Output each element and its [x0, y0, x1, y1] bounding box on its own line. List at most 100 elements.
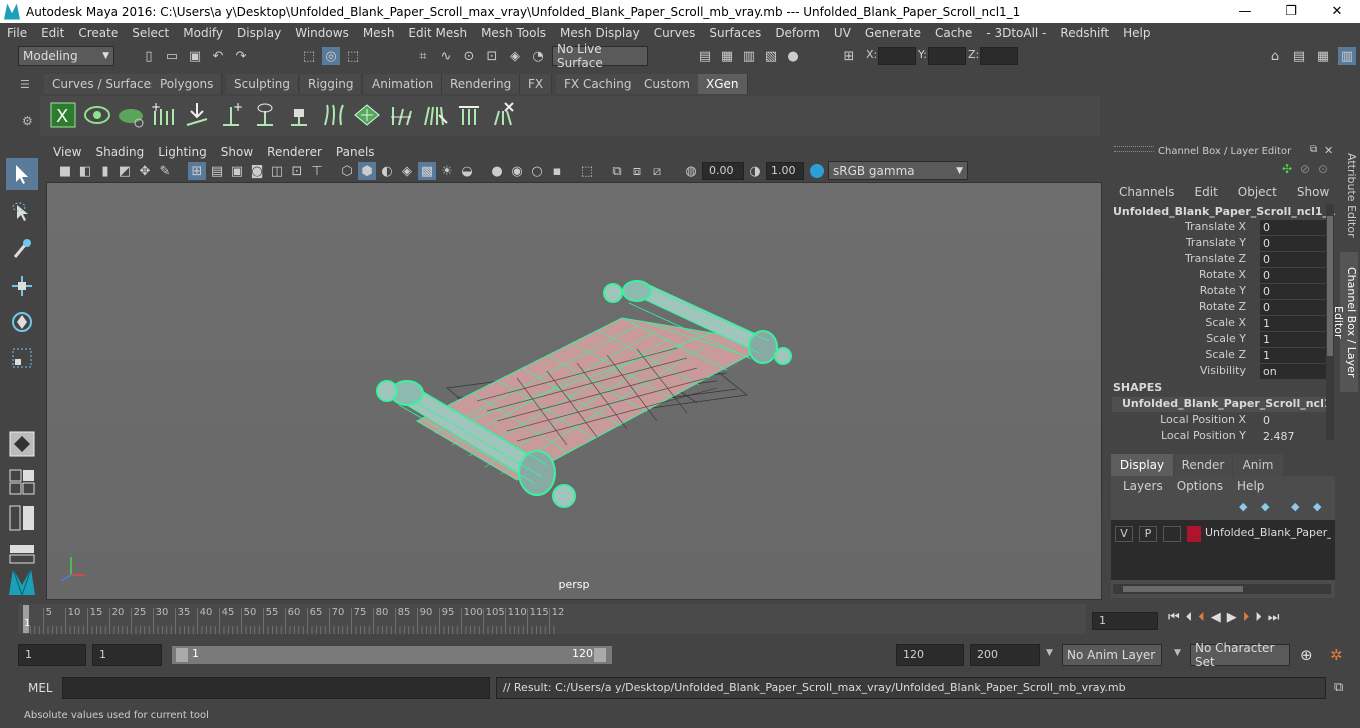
maya-home-icon[interactable] [6, 566, 38, 598]
workspace-icon[interactable]: ⌂ [1266, 47, 1284, 65]
attribute-row[interactable]: Translate X 0 [1104, 220, 1334, 236]
script-language-label[interactable]: MEL [28, 681, 53, 695]
menu-deform[interactable]: Deform [768, 26, 827, 40]
layer-tab-render[interactable]: Render [1174, 454, 1232, 476]
xgen-groom-icon[interactable] [352, 100, 382, 130]
layer-menu-help[interactable]: Help [1237, 479, 1264, 493]
shelf-tab-curves-surfaces[interactable]: Curves / Surfaces [44, 74, 167, 94]
isolate-select-icon[interactable]: ⬚ [578, 162, 596, 180]
playback-start-field[interactable]: 1 [92, 644, 162, 666]
xgen-bend-guide-icon[interactable] [386, 100, 416, 130]
attribute-value[interactable]: 0 [1260, 284, 1326, 299]
hypershade-icon[interactable]: ● [784, 47, 802, 65]
maximize-button[interactable]: ❐ [1268, 0, 1314, 23]
attribute-editor-toggle-icon[interactable]: ▤ [1290, 47, 1308, 65]
show-manipulator-icon[interactable] [6, 428, 38, 460]
attribute-value[interactable]: 1 [1260, 316, 1326, 331]
snap-live-icon[interactable]: ◔ [529, 47, 547, 65]
layer-tab-display[interactable]: Display [1111, 454, 1173, 476]
z-coordinate-field[interactable] [980, 47, 1018, 65]
render-settings-icon[interactable]: ▧ [762, 47, 780, 65]
xgen-cut-guide-icon[interactable] [454, 100, 484, 130]
attribute-value[interactable]: 0 [1260, 236, 1326, 251]
layer-name[interactable]: Unfolded_Blank_Paper_S [1205, 526, 1331, 539]
redo-icon[interactable]: ↷ [232, 47, 250, 65]
attribute-row[interactable]: Local Position Y 2.487 [1104, 429, 1334, 445]
menu-cache[interactable]: Cache [928, 26, 979, 40]
attribute-value[interactable]: 2.487 [1260, 429, 1326, 444]
viewport-menu-renderer[interactable]: Renderer [260, 145, 329, 159]
xgen-guide-sculpt-icon[interactable] [318, 100, 348, 130]
chevron-down-icon[interactable]: ▼ [1046, 648, 1053, 658]
menu-curves[interactable]: Curves [647, 26, 703, 40]
attribute-value[interactable]: 0 [1260, 413, 1326, 428]
chevron-down-icon[interactable]: ▼ [1174, 648, 1181, 658]
command-input[interactable] [62, 677, 490, 699]
current-frame-field[interactable]: 1 [1092, 612, 1158, 630]
undo-icon[interactable]: ↶ [209, 47, 227, 65]
colorspace-selector[interactable]: sRGB gamma ▼ [828, 161, 968, 180]
safe-title-icon[interactable]: ⊤ [308, 162, 326, 180]
attribute-row[interactable]: Translate Y 0 [1104, 236, 1334, 252]
shelf-tab-polygons[interactable]: Polygons [152, 74, 223, 94]
xgen-guide-visibility-icon[interactable] [250, 100, 280, 130]
attribute-value[interactable]: 0 [1260, 268, 1326, 283]
xray-joints-icon[interactable]: ⧉ [608, 162, 626, 180]
animation-end-field[interactable]: 200 [970, 644, 1040, 666]
layer-tab-anim[interactable]: Anim [1233, 454, 1283, 476]
layer-playback-toggle[interactable]: P [1139, 526, 1157, 542]
move-layer-down-icon[interactable]: ◆ [1261, 500, 1269, 513]
viewport-menu-panels[interactable]: Panels [329, 145, 382, 159]
shadows-icon[interactable]: ◒ [458, 162, 476, 180]
select-component-icon[interactable]: ⬚ [344, 47, 362, 65]
open-scene-icon[interactable]: ▭ [163, 47, 181, 65]
scrollbar-thumb[interactable] [1123, 586, 1243, 592]
wireframe-on-shaded-icon[interactable]: ◐ [378, 162, 396, 180]
shelf-menu-icon[interactable]: ☰ [20, 78, 32, 91]
save-scene-icon[interactable]: ▣ [186, 47, 204, 65]
select-object-icon[interactable]: ◎ [322, 47, 340, 65]
motion-blur-icon[interactable]: ◉ [508, 162, 526, 180]
minimize-button[interactable]: — [1222, 0, 1268, 23]
attribute-value[interactable]: 0 [1260, 300, 1326, 315]
move-tool-icon[interactable] [6, 270, 38, 302]
menu-mesh[interactable]: Mesh [356, 26, 402, 40]
attribute-value[interactable]: 0 [1260, 252, 1326, 267]
snap-surface-icon[interactable]: ◈ [506, 47, 524, 65]
attribute-row[interactable]: Scale Y 1 [1104, 332, 1334, 348]
xgen-delete-guide-icon[interactable] [488, 100, 518, 130]
transform-mode-icon[interactable]: ⊞ [840, 47, 858, 65]
attribute-value[interactable]: on [1260, 364, 1326, 379]
menu-help[interactable]: Help [1116, 26, 1157, 40]
viewport-menu-show[interactable]: Show [214, 145, 260, 159]
xray-active-icon[interactable]: ⧈ [628, 162, 646, 180]
shelf-tab-sculpting[interactable]: Sculpting [226, 74, 300, 94]
close-button[interactable]: ✕ [1314, 0, 1360, 23]
xray-icon[interactable]: ▩ [418, 162, 436, 180]
attribute-value[interactable]: 0 [1260, 220, 1326, 235]
field-chart-icon[interactable]: ◫ [268, 162, 286, 180]
menu-windows[interactable]: Windows [288, 26, 356, 40]
single-perspective-layout-icon[interactable] [6, 466, 38, 498]
snap-view-icon[interactable]: ⊡ [483, 47, 501, 65]
render-frame-icon[interactable]: ▦ [718, 47, 736, 65]
range-slider-start-handle[interactable] [176, 648, 188, 662]
textured-icon[interactable]: ◈ [398, 162, 416, 180]
2d-pan-zoom-icon[interactable]: ✥ [136, 162, 154, 180]
menu-3dtoall[interactable]: - 3DtoAll - [979, 26, 1053, 40]
menu-mesh-tools[interactable]: Mesh Tools [474, 26, 553, 40]
paint-select-tool-icon[interactable] [6, 232, 38, 264]
channel-options-icon[interactable]: ⊘ [1300, 162, 1310, 176]
xgen-editor-icon[interactable]: X [48, 100, 78, 130]
menu-select[interactable]: Select [125, 26, 176, 40]
attribute-row[interactable]: Rotate X 0 [1104, 268, 1334, 284]
menu-file[interactable]: File [0, 26, 34, 40]
close-panel-icon[interactable]: ✕ [1324, 144, 1333, 157]
time-slider[interactable]: 5 10 15 20 25 30 35 40 45 50 55 60 65 70 75 80 85 90 95 100… [18, 604, 1086, 634]
viewport-menu-shading[interactable]: Shading [88, 145, 151, 159]
gate-mask-icon[interactable]: ◙ [248, 162, 266, 180]
new-empty-layer-icon[interactable]: ◆ [1291, 500, 1299, 513]
attribute-value[interactable]: 1 [1260, 348, 1326, 363]
xgen-create-description-icon[interactable] [116, 100, 146, 130]
menu-redshift[interactable]: Redshift [1053, 26, 1116, 40]
